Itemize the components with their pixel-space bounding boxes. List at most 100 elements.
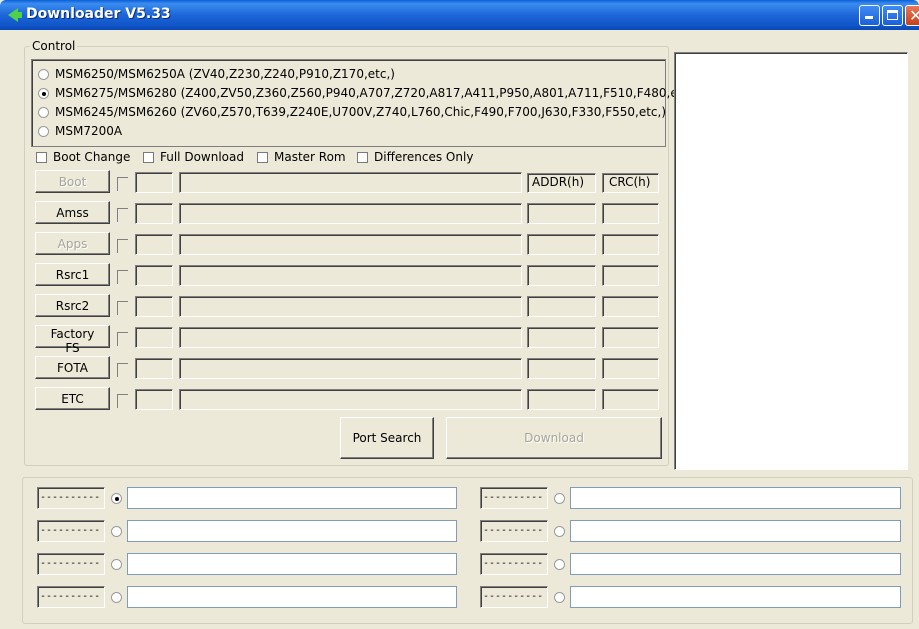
image-button[interactable]: Rsrc1 — [35, 263, 110, 286]
model-label: MSM6250/MSM6250A (ZV40,Z230,Z240,P910,Z1… — [55, 67, 395, 81]
port-status-field — [570, 487, 901, 509]
minimize-icon — [865, 16, 873, 19]
image-path-field[interactable] — [179, 327, 522, 348]
boot-change-option[interactable]: Boot Change — [36, 150, 130, 164]
port-radio[interactable] — [111, 559, 122, 570]
master-rom-option[interactable]: Master Rom — [257, 150, 346, 164]
control-legend: Control — [30, 39, 78, 53]
image-enable-checkbox[interactable] — [117, 208, 128, 222]
port-radio[interactable] — [554, 559, 565, 570]
image-button[interactable]: Apps — [35, 232, 110, 255]
image-path-field[interactable] — [179, 234, 522, 255]
differences-only-option[interactable]: Differences Only — [357, 150, 473, 164]
title-bar[interactable]: Downloader V5.33 ✕ — [0, 0, 919, 30]
maximize-button[interactable] — [882, 5, 903, 26]
addr-header: ADDR(h) — [527, 173, 596, 193]
port-radio[interactable] — [554, 592, 565, 603]
port-status-field — [127, 520, 457, 542]
image-path-field[interactable] — [179, 389, 522, 410]
app-icon — [8, 8, 22, 22]
image-enable-checkbox[interactable] — [117, 177, 128, 191]
minimize-button[interactable] — [859, 5, 880, 26]
image-enable-checkbox[interactable] — [117, 239, 128, 253]
model-label: MSM6245/MSM6260 (ZV60,Z570,T639,Z240E,U7… — [55, 105, 666, 119]
port-label: ---------- — [480, 520, 548, 542]
port-status-field — [570, 553, 901, 575]
log-panel[interactable] — [674, 52, 908, 470]
model-label: MSM6275/MSM6280 (Z400,ZV50,Z360,Z560,P94… — [55, 86, 698, 100]
port-radio[interactable] — [554, 493, 565, 504]
port-label: ---------- — [37, 520, 105, 542]
maximize-icon — [887, 10, 898, 20]
addr-field — [527, 327, 596, 348]
image-path-field[interactable] — [179, 358, 522, 379]
window-title: Downloader V5.33 — [26, 6, 171, 22]
close-button[interactable]: ✕ — [905, 5, 919, 26]
image-enable-checkbox[interactable] — [117, 332, 128, 346]
port-search-button[interactable]: Port Search — [340, 417, 434, 459]
addr-field — [527, 265, 596, 286]
radio-button[interactable] — [38, 107, 49, 118]
port-label: ---------- — [37, 553, 105, 575]
crc-field — [602, 265, 659, 286]
port-label: ---------- — [480, 487, 548, 509]
port-radio[interactable] — [111, 493, 122, 504]
radio-button[interactable] — [38, 69, 49, 80]
model-option[interactable]: MSM6245/MSM6260 (ZV60,Z570,T639,Z240E,U7… — [38, 105, 666, 121]
image-id-field — [135, 234, 173, 255]
crc-field — [602, 234, 659, 255]
checkbox[interactable] — [257, 152, 268, 163]
close-icon: ✕ — [909, 6, 919, 25]
image-id-field — [135, 296, 173, 317]
port-status-field — [570, 586, 901, 608]
addr-field — [527, 203, 596, 224]
radio-button[interactable] — [38, 88, 49, 99]
full-download-option[interactable]: Full Download — [143, 150, 244, 164]
image-enable-checkbox[interactable] — [117, 363, 128, 377]
port-label: ---------- — [37, 487, 105, 509]
image-id-field — [135, 358, 173, 379]
image-button[interactable]: Factory FS — [35, 325, 110, 355]
image-button[interactable]: FOTA — [35, 356, 110, 379]
image-path-field[interactable] — [179, 296, 522, 317]
checkbox[interactable] — [143, 152, 154, 163]
port-label: ---------- — [480, 553, 548, 575]
port-radio[interactable] — [111, 526, 122, 537]
model-option[interactable]: MSM7200A — [38, 124, 122, 140]
image-button[interactable]: ETC — [35, 387, 110, 410]
addr-field — [527, 389, 596, 410]
checkbox[interactable] — [36, 152, 47, 163]
image-id-field — [135, 265, 173, 286]
image-enable-checkbox[interactable] — [117, 270, 128, 284]
image-id-field — [135, 203, 173, 224]
image-button[interactable]: Boot — [35, 170, 110, 193]
port-radio[interactable] — [111, 592, 122, 603]
image-path-field[interactable] — [179, 265, 522, 286]
image-id-field — [135, 327, 173, 348]
crc-field — [602, 389, 659, 410]
addr-field — [527, 296, 596, 317]
image-enable-checkbox[interactable] — [117, 394, 128, 408]
image-button[interactable]: Amss — [35, 201, 110, 224]
addr-field — [527, 358, 596, 379]
image-path-field[interactable] — [179, 203, 522, 224]
image-id-field — [135, 172, 173, 193]
radio-button[interactable] — [38, 126, 49, 137]
port-label: ---------- — [37, 586, 105, 608]
download-button[interactable]: Download — [446, 417, 662, 459]
addr-field — [527, 234, 596, 255]
port-radio[interactable] — [554, 526, 565, 537]
option-label: Differences Only — [374, 150, 474, 164]
model-radio-group: MSM6250/MSM6250A (ZV40,Z230,Z240,P910,Z1… — [31, 59, 698, 147]
crc-field — [602, 327, 659, 348]
option-label: Master Rom — [274, 150, 346, 164]
image-button[interactable]: Rsrc2 — [35, 294, 110, 317]
checkbox[interactable] — [357, 152, 368, 163]
model-option[interactable]: MSM6275/MSM6280 (Z400,ZV50,Z360,Z560,P94… — [38, 86, 698, 102]
image-enable-checkbox[interactable] — [117, 301, 128, 315]
model-option[interactable]: MSM6250/MSM6250A (ZV40,Z230,Z240,P910,Z1… — [38, 67, 395, 83]
image-path-field[interactable] — [179, 172, 522, 193]
port-status-field — [127, 586, 457, 608]
crc-field — [602, 203, 659, 224]
option-label: Boot Change — [53, 150, 131, 164]
